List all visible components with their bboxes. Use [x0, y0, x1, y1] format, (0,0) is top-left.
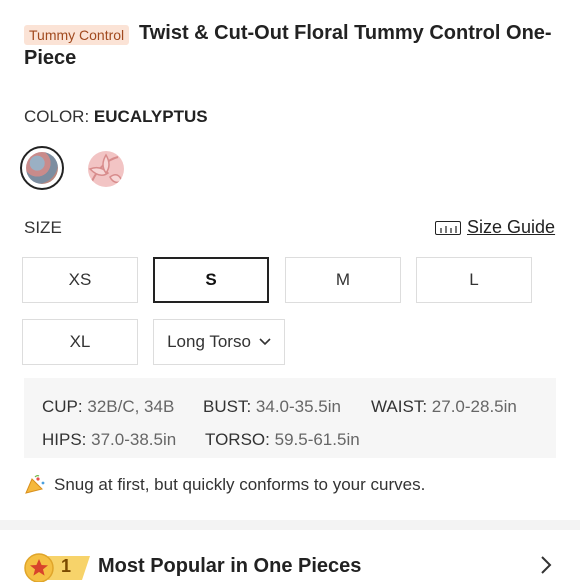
size-guide-link[interactable]: Size Guide	[435, 217, 555, 238]
hips-label: HIPS:	[42, 430, 87, 449]
size-option-xs[interactable]: XS	[22, 257, 138, 303]
size-xl-label: XL	[69, 332, 91, 351]
party-popper-icon	[25, 475, 45, 494]
measure-bust: BUST: 34.0-35.5in	[203, 397, 341, 417]
measure-torso: TORSO: 59.5-61.5in	[205, 430, 360, 450]
section-divider	[0, 520, 580, 530]
color-value: EUCALYPTUS	[93, 107, 208, 126]
ruler-icon	[435, 220, 461, 235]
cup-value: 32B/C, 34B	[87, 397, 175, 416]
hips-value: 37.0-38.5in	[91, 430, 177, 449]
bust-label: BUST:	[203, 397, 252, 416]
fit-note-text: Snug at first, but quickly conforms to y…	[54, 475, 426, 494]
size-option-l[interactable]: L	[416, 257, 532, 303]
color-label: COLOR:	[24, 107, 90, 126]
measure-hips: HIPS: 37.0-38.5in	[42, 430, 176, 450]
waist-value: 27.0-28.5in	[431, 397, 517, 416]
ruler-ticks	[440, 225, 457, 233]
size-option-s[interactable]: S	[153, 257, 269, 303]
waist-label: WAIST:	[371, 397, 428, 416]
torso-value: 59.5-61.5in	[274, 430, 360, 449]
eucalyptus-swatch-image	[26, 152, 58, 184]
size-l-label: L	[469, 270, 479, 289]
chevron-right-icon[interactable]	[540, 555, 552, 580]
torso-select-label: Long Torso	[167, 332, 251, 351]
most-popular-row[interactable]: 1 Most Popular in One Pieces	[24, 550, 361, 582]
color-row: COLOR: EUCALYPTUS	[24, 107, 208, 127]
bust-value: 34.0-35.5in	[255, 397, 341, 416]
size-s-label: S	[205, 270, 217, 289]
product-title-text: Twist & Cut-Out Floral Tummy Control One…	[24, 22, 552, 69]
pink-floral-pattern	[88, 153, 123, 184]
measure-waist: WAIST: 27.0-28.5in	[371, 397, 517, 417]
rank-ribbon-icon	[24, 553, 90, 582]
chevron-down-icon	[259, 338, 271, 346]
rank-badge: 1	[24, 550, 92, 582]
swatch-pink-floral[interactable]	[88, 151, 124, 187]
measure-cup: CUP: 32B/C, 34B	[42, 397, 174, 417]
size-option-xl[interactable]: XL	[22, 319, 138, 365]
rank-number: 1	[61, 556, 72, 576]
fit-note: Snug at first, but quickly conforms to y…	[24, 475, 425, 495]
size-guide-label: Size Guide	[467, 217, 556, 237]
size-label: SIZE	[24, 218, 62, 237]
size-xs-label: XS	[68, 270, 92, 289]
most-popular-text: Most Popular in One Pieces	[98, 554, 362, 577]
cup-label: CUP:	[42, 397, 83, 416]
torso-label: TORSO:	[205, 430, 270, 449]
size-option-m[interactable]: M	[285, 257, 401, 303]
size-m-label: M	[335, 270, 351, 289]
torso-length-select[interactable]: Long Torso	[153, 319, 285, 365]
product-title: Twist & Cut-Out Floral Tummy Control One…	[24, 21, 564, 71]
